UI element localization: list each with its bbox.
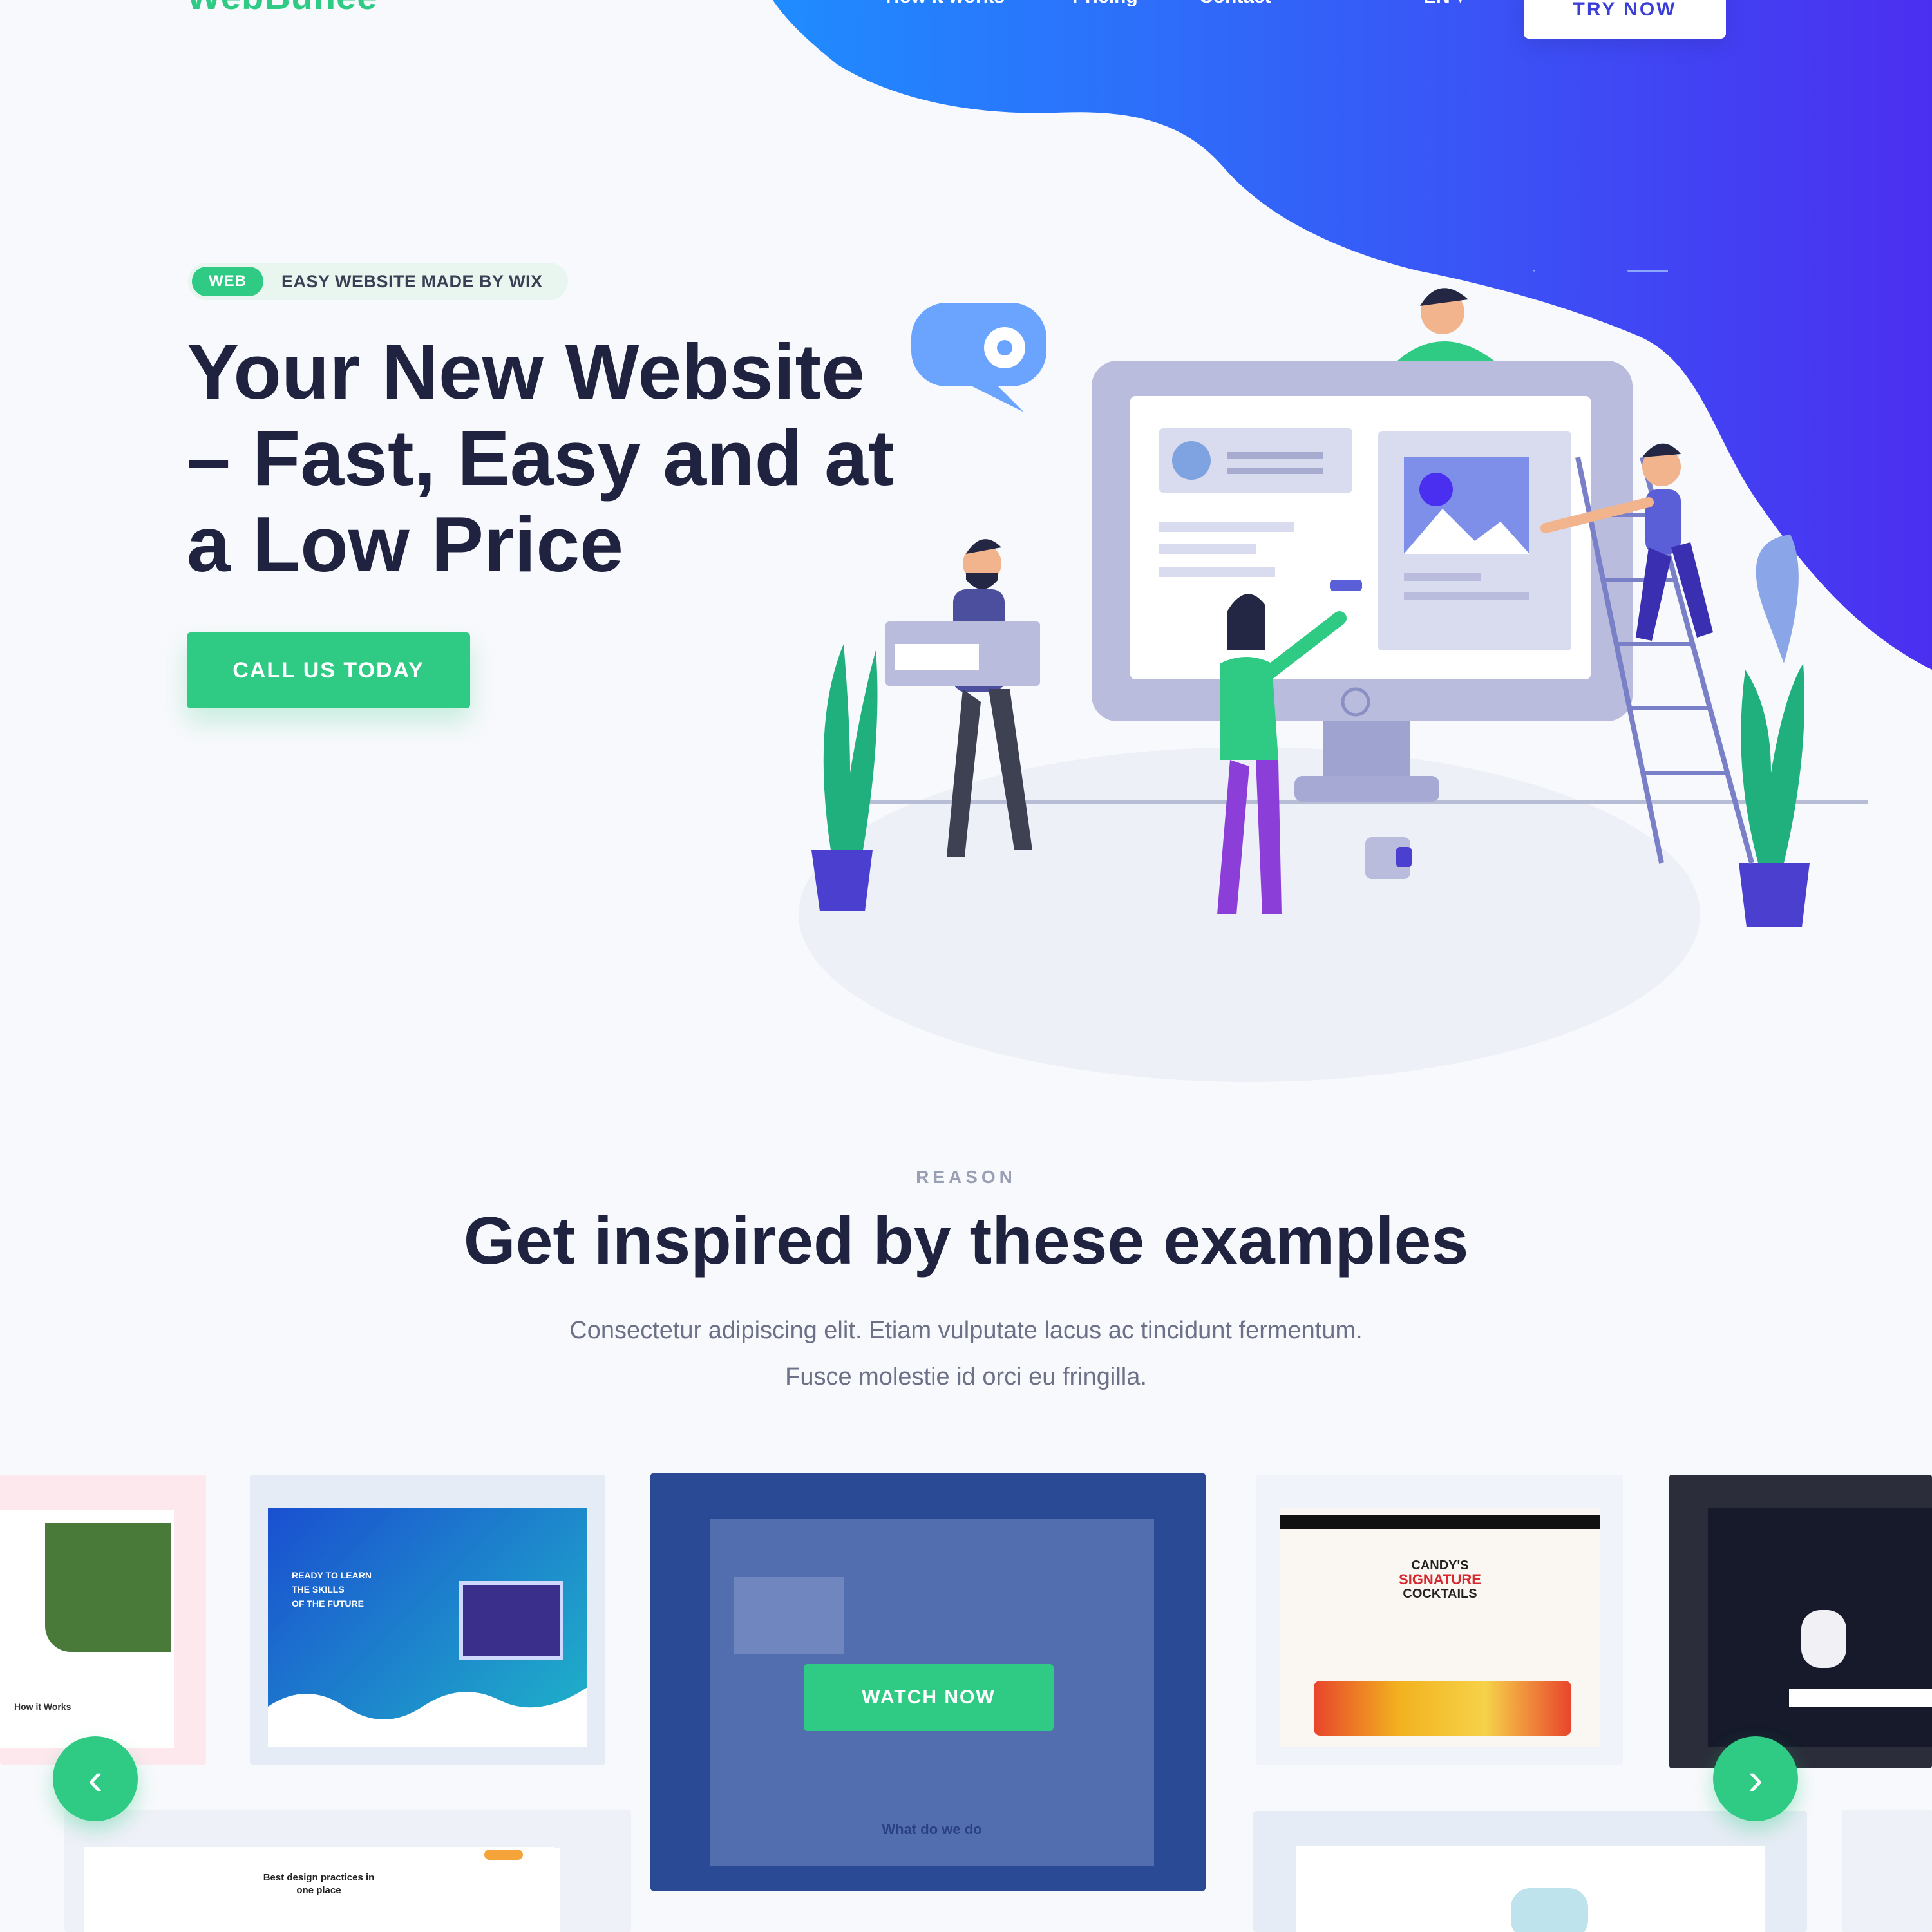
wave-icon (268, 1687, 587, 1747)
try-now-button[interactable]: TRY NOW (1524, 0, 1726, 39)
card-heading-line: READY TO LEARN (292, 1570, 372, 1580)
chevron-left-icon: ‹ (88, 1754, 103, 1804)
hero-title-line: a Low Price (187, 500, 624, 588)
example-card[interactable]: CANDY'S SIGNATURE COCKTAILS (1256, 1475, 1623, 1765)
card-caption: How it Works (14, 1701, 71, 1712)
card-caption: What do we do (882, 1821, 982, 1837)
nav-link-pricing[interactable]: Pricing (1072, 0, 1138, 8)
section-title: Get inspired by these examples (463, 1204, 1469, 1278)
card-thumbnail: Best design practices in one place (84, 1847, 554, 1932)
chevron-right-icon: › (1748, 1754, 1763, 1804)
carousel-next-button[interactable]: › (1713, 1736, 1798, 1821)
card-heading-line: Best design practices in (263, 1872, 375, 1883)
card-heading-line: COCKTAILS (1403, 1587, 1477, 1601)
hero-illustration (799, 270, 1868, 1082)
nav-link-how-it-works[interactable]: How it works (886, 0, 1005, 8)
nav-link-contact[interactable]: Contact (1199, 0, 1271, 8)
badge-text: EASY WEBSITE MADE BY WIX (281, 271, 543, 291)
card-heading-line: CANDY'S (1411, 1558, 1469, 1573)
example-card[interactable] (1842, 1810, 1932, 1932)
section-subtitle-line: Consectetur adipiscing elit. Etiam vulpu… (569, 1317, 1363, 1344)
plant-icon (823, 644, 878, 850)
paint-roller-icon (1330, 580, 1362, 591)
call-us-button[interactable]: CALL US TODAY (187, 632, 470, 708)
language-selector[interactable]: EN ▾ (1423, 0, 1465, 8)
card-heading-line: OF THE FUTURE (292, 1598, 364, 1609)
example-card[interactable] (1253, 1811, 1807, 1932)
brand-logo[interactable]: WebBunee (187, 0, 377, 17)
astronaut-image (1801, 1610, 1846, 1668)
example-card[interactable]: How it Works (0, 1475, 206, 1765)
example-card[interactable] (1669, 1475, 1932, 1768)
card-heading-line: SIGNATURE (1399, 1571, 1481, 1587)
section-subtitle: Consectetur adipiscing elit. Etiam vulpu… (0, 1307, 1932, 1400)
card-heading-line: one place (296, 1885, 341, 1896)
drinks-image (1314, 1681, 1571, 1736)
section-eyebrow: REASON (916, 1167, 1016, 1187)
card-heading-line: THE SKILLS (292, 1584, 345, 1595)
plant-icon (1741, 663, 1804, 863)
badge-pill: WEB (192, 267, 263, 296)
carousel-prev-button[interactable]: ‹ (53, 1736, 138, 1821)
example-card[interactable]: READY TO LEARN THE SKILLS OF THE FUTURE (250, 1475, 605, 1765)
watch-now-button[interactable]: WATCH NOW (804, 1664, 1054, 1731)
section-subtitle-line: Fusce molestie id orci eu fringilla. (785, 1363, 1147, 1390)
hero-badge: WEB EASY WEBSITE MADE BY WIX (188, 263, 568, 300)
